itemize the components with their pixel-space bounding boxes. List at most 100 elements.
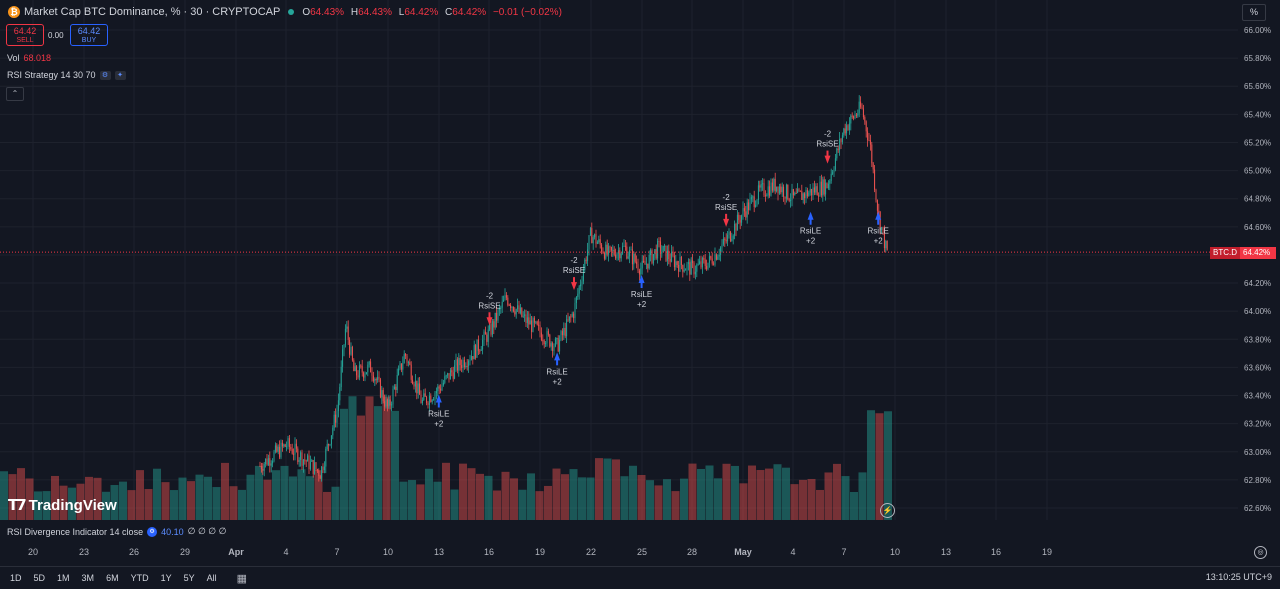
candle-body: [777, 186, 779, 194]
clock[interactable]: 13:10:25 UTC+9: [1206, 572, 1272, 582]
candle-body: [871, 144, 873, 164]
volume-bar: [399, 481, 408, 520]
candle-body: [868, 139, 870, 141]
strategy-signals: RsiLE+2-2RsiSERsiLE+2-2RsiSERsiLE+2-2Rsi…: [428, 130, 889, 429]
candle-body: [535, 321, 537, 323]
candle-body: [375, 379, 377, 381]
candle-body: [741, 215, 743, 223]
candle-body: [588, 235, 590, 250]
candle-body: [872, 163, 874, 170]
timeframe-6m[interactable]: 6M: [106, 573, 119, 583]
candle-body: [328, 444, 330, 446]
candle-body: [325, 448, 327, 467]
candle-body: [360, 365, 362, 367]
volume-legend[interactable]: Vol 68.018: [7, 53, 51, 63]
strategy-legend[interactable]: RSI Strategy 14 30 70 ⚙ ✦: [7, 70, 126, 80]
candle-body: [570, 316, 572, 318]
candle-body: [707, 262, 709, 270]
candle-body: [745, 211, 747, 218]
volume-bar: [433, 481, 442, 520]
volume-bar: [297, 469, 306, 520]
candle-body: [727, 234, 729, 242]
candle-body: [564, 327, 566, 337]
price-axis[interactable]: 66.00% 65.80% 65.60% 65.40% 65.20% 65.00% 64.8…: [1238, 0, 1280, 520]
candle-body: [843, 128, 845, 136]
price-chart[interactable]: RsiLE+2-2RsiSERsiLE+2-2RsiSERsiLE+2-2Rsi…: [0, 0, 1238, 520]
timeframe-1y[interactable]: 1Y: [161, 573, 172, 583]
time-axis[interactable]: 20 23 26 29 Apr 4 7 10 13 16 19 22 25 28 May 4 7 10 13 16 19: [0, 542, 1238, 562]
x-tick-label: 13: [941, 547, 951, 557]
candle-body: [847, 125, 849, 131]
candle-body: [721, 244, 723, 248]
timeframe-1m[interactable]: 1M: [57, 573, 70, 583]
candle-body: [483, 331, 485, 340]
candle-body: [703, 257, 705, 260]
rsi-settings-icon[interactable]: ⚙: [147, 526, 158, 537]
candle-body: [477, 339, 479, 351]
long-signal-label: RsiLE: [546, 367, 567, 376]
candle-body: [405, 354, 407, 356]
candle-body: [435, 391, 437, 394]
candle-body: [426, 396, 428, 403]
candle-body: [262, 469, 264, 471]
candle-body: [283, 444, 285, 447]
candle-body: [421, 399, 423, 404]
candle-body: [412, 379, 414, 384]
timeframe-5d[interactable]: 5D: [34, 573, 46, 583]
candle-body: [858, 101, 860, 114]
candle-body: [647, 263, 649, 269]
tradingview-logo[interactable]: 𝗧𝟳 TradingView: [8, 496, 117, 515]
x-tick-label: 29: [180, 547, 190, 557]
go-to-realtime-icon[interactable]: ◎: [1254, 546, 1267, 559]
timeframe-all[interactable]: All: [207, 573, 217, 583]
timeframe-1d[interactable]: 1D: [10, 573, 22, 583]
candle-body: [622, 246, 624, 254]
candle-body: [347, 326, 349, 340]
timeframe-3m[interactable]: 3M: [82, 573, 95, 583]
symbol-title[interactable]: Market Cap BTC Dominance, % · 30 · CRYPT…: [24, 6, 280, 18]
volume-bar: [280, 465, 289, 520]
percent-scale-button[interactable]: %: [1242, 4, 1266, 21]
candle-body: [546, 331, 548, 344]
candle-body: [333, 414, 335, 428]
candle-body: [266, 458, 268, 465]
candle-body: [487, 329, 489, 342]
long-arrow-icon: [807, 211, 814, 220]
candle-body: [725, 239, 727, 242]
candle-body: [812, 187, 814, 196]
strategy-report-icon[interactable]: ✦: [114, 70, 126, 80]
buy-button[interactable]: 64.42 BUY: [70, 24, 108, 46]
short-arrow-icon: [723, 218, 730, 227]
volume-bar: [663, 479, 671, 520]
volume-label: Vol: [7, 53, 20, 63]
x-tick-label: 19: [535, 547, 545, 557]
timeframe-ytd[interactable]: YTD: [131, 573, 149, 583]
lightning-icon[interactable]: ⚡: [880, 503, 895, 518]
timeframe-5y[interactable]: 5Y: [184, 573, 195, 583]
candle-body: [437, 386, 439, 392]
candle-body: [839, 138, 841, 151]
candle-body: [788, 199, 790, 201]
calendar-icon[interactable]: ▦: [237, 572, 247, 585]
candle-body: [608, 246, 610, 255]
candle-body: [804, 193, 806, 199]
candle-body: [619, 250, 621, 259]
candle-body: [402, 363, 404, 370]
candle-body: [774, 178, 776, 192]
strategy-settings-icon[interactable]: ⚙: [99, 70, 111, 80]
candle-body: [585, 259, 587, 261]
sell-button[interactable]: 64.42 SELL: [6, 24, 44, 46]
candle-body: [389, 399, 391, 406]
x-tick-label: 10: [383, 547, 393, 557]
rsi-indicator-legend[interactable]: RSI Divergence Indicator 14 close ⚙ 40.1…: [7, 526, 226, 537]
candle-body: [287, 438, 289, 447]
candle-body: [463, 359, 465, 368]
candle-body: [350, 346, 352, 355]
collapse-legend-button[interactable]: ⌃: [6, 87, 24, 101]
candle-body: [351, 346, 353, 361]
candle-body: [624, 245, 626, 247]
candle-body: [386, 399, 388, 407]
candle-body: [343, 344, 345, 350]
tradingview-logo-text: TradingView: [28, 496, 117, 514]
candle-body: [363, 372, 365, 378]
